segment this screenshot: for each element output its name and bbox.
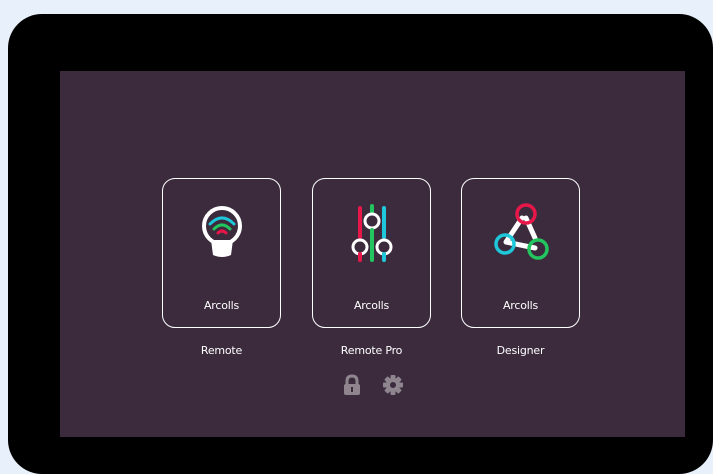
launcher-screen: Arcolls Remote Arcolls Remote Pro Arcoll… xyxy=(60,71,685,437)
wifi-bulb-icon xyxy=(192,202,252,266)
gear-icon[interactable] xyxy=(382,374,404,396)
triangle-nodes-icon xyxy=(491,202,551,266)
sliders-icon xyxy=(342,202,402,266)
lock-icon[interactable] xyxy=(341,374,363,396)
app-name-label: Arcolls Remote Pro xyxy=(313,283,430,358)
app-tile-arcolls-designer[interactable]: Arcolls Designer xyxy=(461,178,580,357)
app-name-line1: Arcolls xyxy=(203,299,240,312)
app-name-line2: Remote Pro xyxy=(340,344,403,357)
app-name-line1: Arcolls xyxy=(353,299,390,312)
app-name-line2: Designer xyxy=(496,344,545,357)
app-tile-arcolls-remote[interactable]: Arcolls Remote xyxy=(162,178,281,357)
app-name-label: Arcolls Designer xyxy=(462,283,579,358)
app-name-label: Arcolls Remote xyxy=(163,283,280,358)
app-tile-arcolls-remote-pro[interactable]: Arcolls Remote Pro xyxy=(312,178,431,357)
app-name-line2: Remote xyxy=(200,344,243,357)
app-name-line1: Arcolls xyxy=(502,299,539,312)
tablet-bezel: Arcolls Remote Arcolls Remote Pro Arcoll… xyxy=(8,14,713,474)
